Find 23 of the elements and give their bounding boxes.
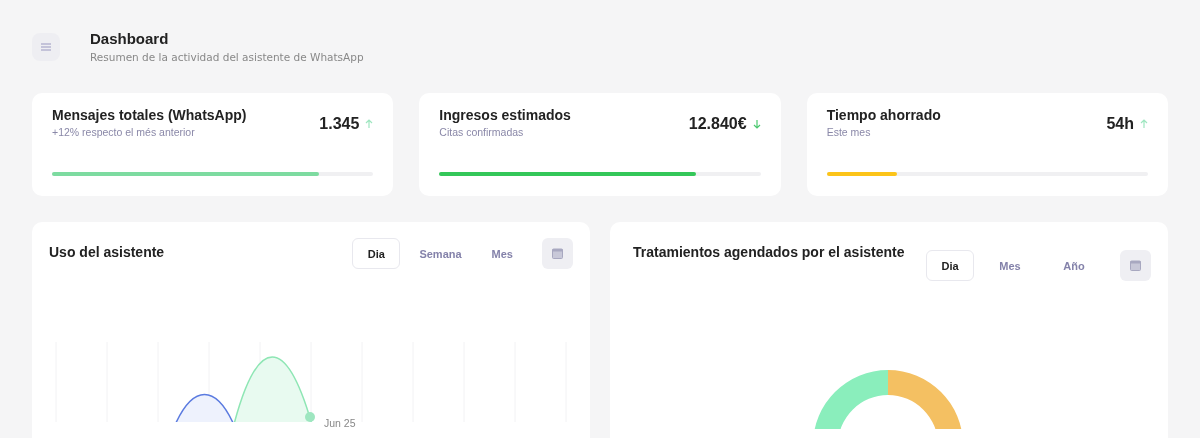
stat-subtitle: Citas confirmadas (439, 126, 525, 138)
menu-icon (41, 43, 51, 51)
stat-value: 1.345 (319, 115, 360, 133)
stat-subtitle: +12% respecto el més anterior (52, 126, 196, 138)
stat-title: Mensajes totales (WhatsApp) (52, 107, 247, 123)
panel-title: Tratamientos agendados por el asistente (632, 243, 905, 260)
menu-button[interactable] (32, 33, 60, 61)
stat-title: Ingresos estimados (439, 107, 571, 123)
page-title: Dashboard (90, 30, 170, 47)
calendar-button[interactable] (542, 238, 573, 269)
period-tab[interactable]: Dia (352, 238, 401, 269)
calendar-icon (1130, 260, 1141, 271)
panel-title: Uso del asistente (49, 243, 165, 260)
calendar-icon (552, 248, 563, 259)
stat-title: Tiempo ahorrado (826, 107, 941, 123)
page-subtitle: Resumen de la actividad del asistente de WhatsApp (90, 51, 364, 63)
stat-subtitle: Este mes (826, 126, 872, 138)
calendar-button[interactable] (1120, 250, 1151, 281)
data-point (305, 412, 315, 422)
period-tab[interactable]: Dia (926, 250, 974, 281)
date-label: Jun 25 (324, 417, 356, 429)
stat-value: 12.840€ (688, 115, 747, 133)
stat-value: 54h (1106, 115, 1134, 133)
